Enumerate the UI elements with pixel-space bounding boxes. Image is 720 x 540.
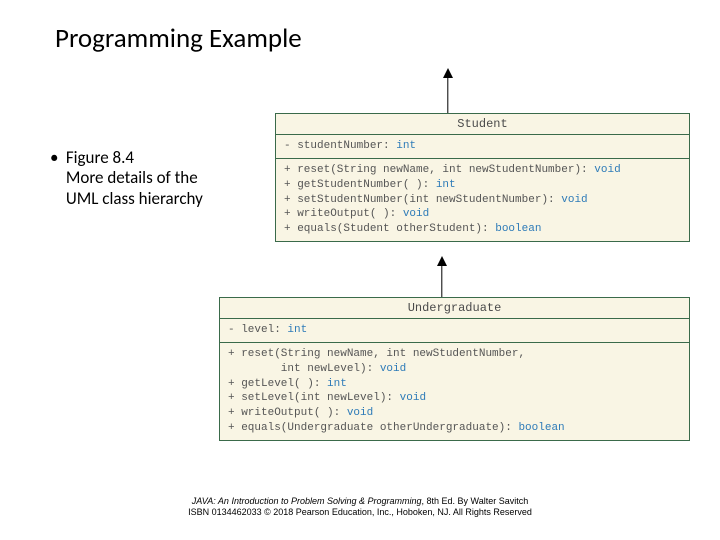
bullet-dot: • xyxy=(50,148,62,168)
bullet-line1: Figure 8.4 xyxy=(66,147,134,168)
uml-class-undergraduate: Undergraduate - level: int + reset(Strin… xyxy=(219,297,690,441)
footer-edition: , 8th Ed. By Walter Savitch xyxy=(422,496,529,506)
slide-footer: JAVA: An Introduction to Problem Solving… xyxy=(0,496,720,519)
page-title: Programming Example xyxy=(55,22,302,55)
uml-undergrad-ops: + reset(String newName, int newStudentNu… xyxy=(228,347,681,436)
bullet-text: Figure 8.4 More details of the UML class… xyxy=(66,148,216,209)
uml-student-name: Student xyxy=(276,114,689,135)
uml-undergrad-name: Undergraduate xyxy=(220,298,689,319)
figure-bullet: • Figure 8.4 More details of the UML cla… xyxy=(50,148,230,209)
bullet-line2: More details of the UML class hierarchy xyxy=(66,167,203,208)
footer-copyright: ISBN 0134462033 © 2018 Pearson Education… xyxy=(188,507,532,517)
uml-class-student: Student - studentNumber: int + reset(Str… xyxy=(275,113,690,242)
footer-book-title: JAVA: An Introduction to Problem Solving… xyxy=(192,496,422,506)
uml-student-ops: + reset(String newName, int newStudentNu… xyxy=(284,163,681,237)
uml-student-attrs: - studentNumber: int xyxy=(284,139,681,154)
uml-undergrad-attrs: - level: int xyxy=(228,323,681,338)
